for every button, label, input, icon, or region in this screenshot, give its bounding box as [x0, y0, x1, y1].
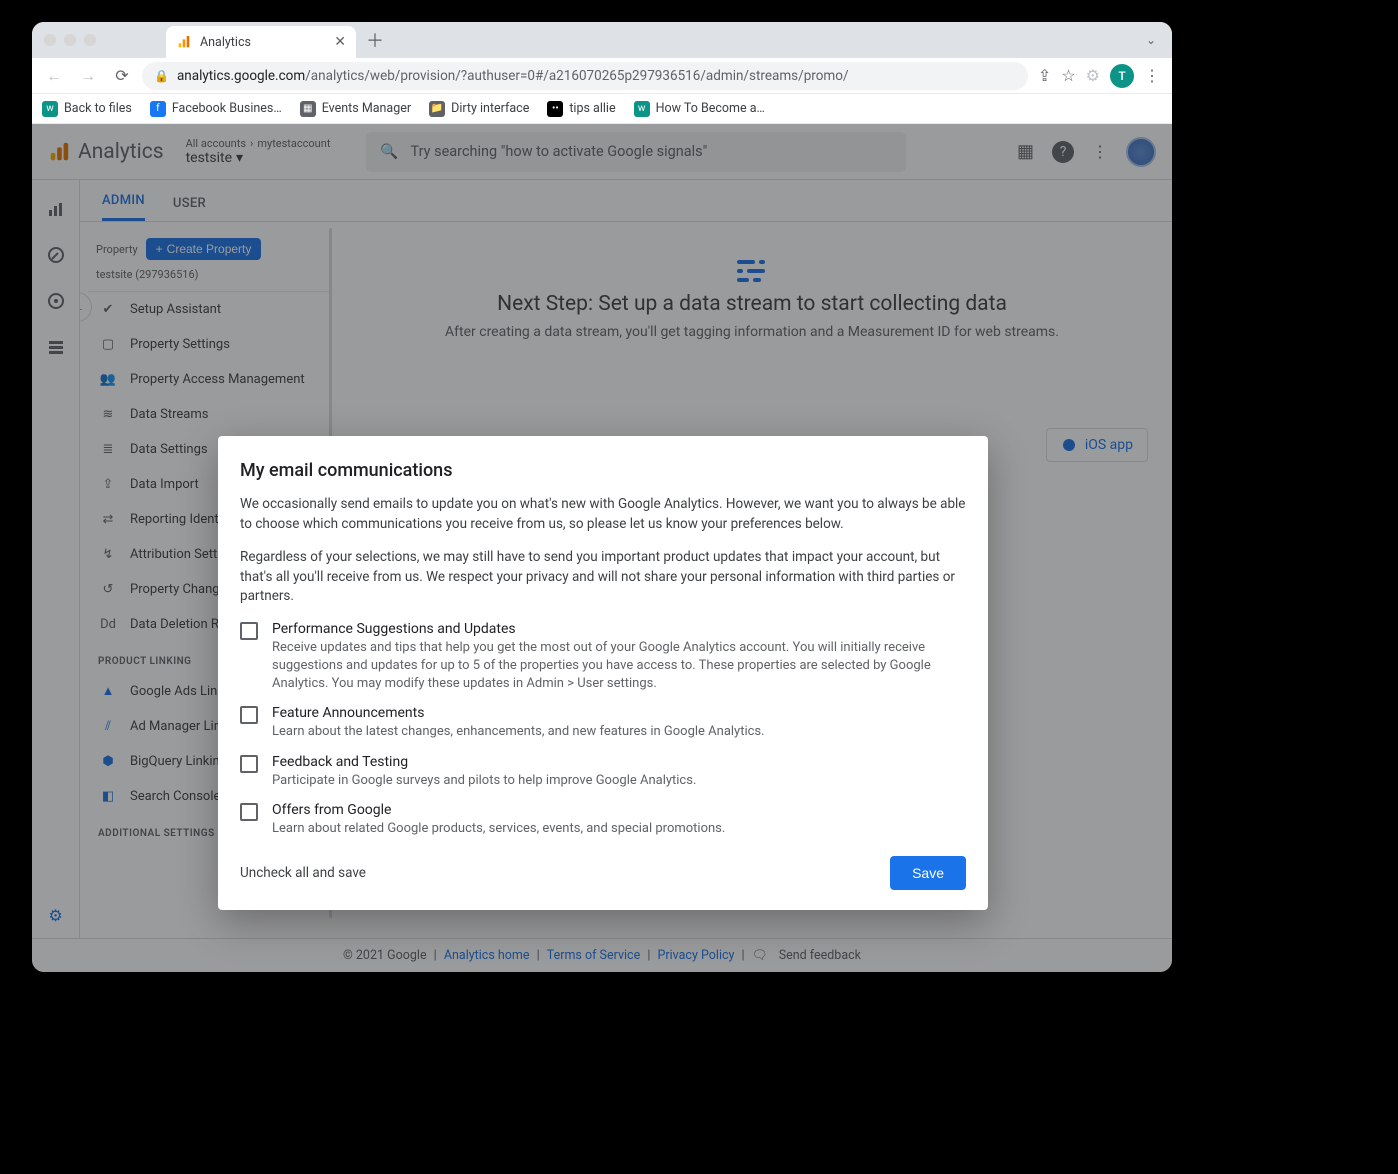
address-bar[interactable]: 🔒 analytics.google.com/analytics/web/pro… [142, 62, 1028, 90]
extensions-icon[interactable]: ⚙ [1086, 66, 1100, 85]
url-host: analytics.google.com [177, 68, 305, 84]
back-button[interactable]: ← [40, 62, 68, 90]
maximize-window-icon[interactable] [84, 34, 96, 46]
bookmark-item[interactable]: fFacebook Busines… [150, 101, 282, 117]
option-title: Feedback and Testing [272, 754, 966, 770]
share-icon[interactable]: ⇪ [1038, 66, 1051, 85]
option-title: Performance Suggestions and Updates [272, 621, 966, 637]
bookmark-star-icon[interactable]: ☆ [1061, 66, 1075, 85]
option-desc: Participate in Google surveys and pilots… [272, 772, 966, 790]
checkbox[interactable] [240, 755, 258, 773]
close-window-icon[interactable] [44, 34, 56, 46]
option-title: Feature Announcements [272, 705, 966, 721]
option-row: Offers from Google Learn about related G… [240, 802, 966, 838]
option-title: Offers from Google [272, 802, 966, 818]
reload-button[interactable]: ⟳ [108, 62, 136, 90]
bookmark-item[interactable]: 📁Dirty interface [429, 101, 529, 117]
option-desc: Learn about related Google products, ser… [272, 820, 966, 838]
close-tab-icon[interactable]: ✕ [334, 34, 346, 50]
bookmarks-bar: wBack to files fFacebook Busines… ▦Event… [32, 94, 1172, 124]
bookmark-item[interactable]: ▦Events Manager [300, 101, 411, 117]
modal-paragraph: We occasionally send emails to update yo… [240, 495, 966, 534]
lock-icon: 🔒 [154, 69, 169, 83]
modal-title: My email communications [240, 460, 966, 481]
minimize-window-icon[interactable] [64, 34, 76, 46]
analytics-favicon-icon [176, 34, 192, 50]
url-path: /analytics/web/provision/?authuser=0#/a2… [305, 68, 848, 84]
browser-toolbar: ← → ⟳ 🔒 analytics.google.com/analytics/w… [32, 58, 1172, 94]
titlebar: Analytics ✕ ＋ ⌄ [32, 22, 1172, 58]
checkbox[interactable] [240, 622, 258, 640]
checkbox[interactable] [240, 706, 258, 724]
email-communications-modal: My email communications We occasionally … [218, 436, 988, 910]
checkbox[interactable] [240, 803, 258, 821]
tabs-menu-icon[interactable]: ⌄ [1146, 33, 1156, 47]
bookmark-item[interactable]: wHow To Become a… [634, 101, 765, 117]
window-controls[interactable] [44, 34, 96, 46]
option-row: Performance Suggestions and Updates Rece… [240, 621, 966, 694]
option-row: Feedback and Testing Participate in Goog… [240, 754, 966, 790]
forward-button[interactable]: → [74, 62, 102, 90]
page-content: Analytics All accounts›mytestaccount tes… [32, 124, 1172, 972]
browser-tab[interactable]: Analytics ✕ [166, 26, 356, 58]
modal-paragraph: Regardless of your selections, we may st… [240, 548, 966, 607]
option-row: Feature Announcements Learn about the la… [240, 705, 966, 741]
profile-avatar[interactable]: T [1110, 64, 1134, 88]
option-desc: Learn about the latest changes, enhancem… [272, 723, 966, 741]
browser-menu-icon[interactable]: ⋮ [1144, 66, 1160, 85]
option-desc: Receive updates and tips that help you g… [272, 639, 966, 694]
save-button[interactable]: Save [890, 856, 966, 890]
uncheck-all-link[interactable]: Uncheck all and save [240, 865, 366, 881]
new-tab-button[interactable]: ＋ [366, 27, 384, 53]
browser-window: Analytics ✕ ＋ ⌄ ← → ⟳ 🔒 analytics.google… [32, 22, 1172, 972]
bookmark-item[interactable]: ••tips allie [547, 101, 615, 117]
tab-title: Analytics [200, 35, 251, 50]
bookmark-item[interactable]: wBack to files [42, 101, 132, 117]
